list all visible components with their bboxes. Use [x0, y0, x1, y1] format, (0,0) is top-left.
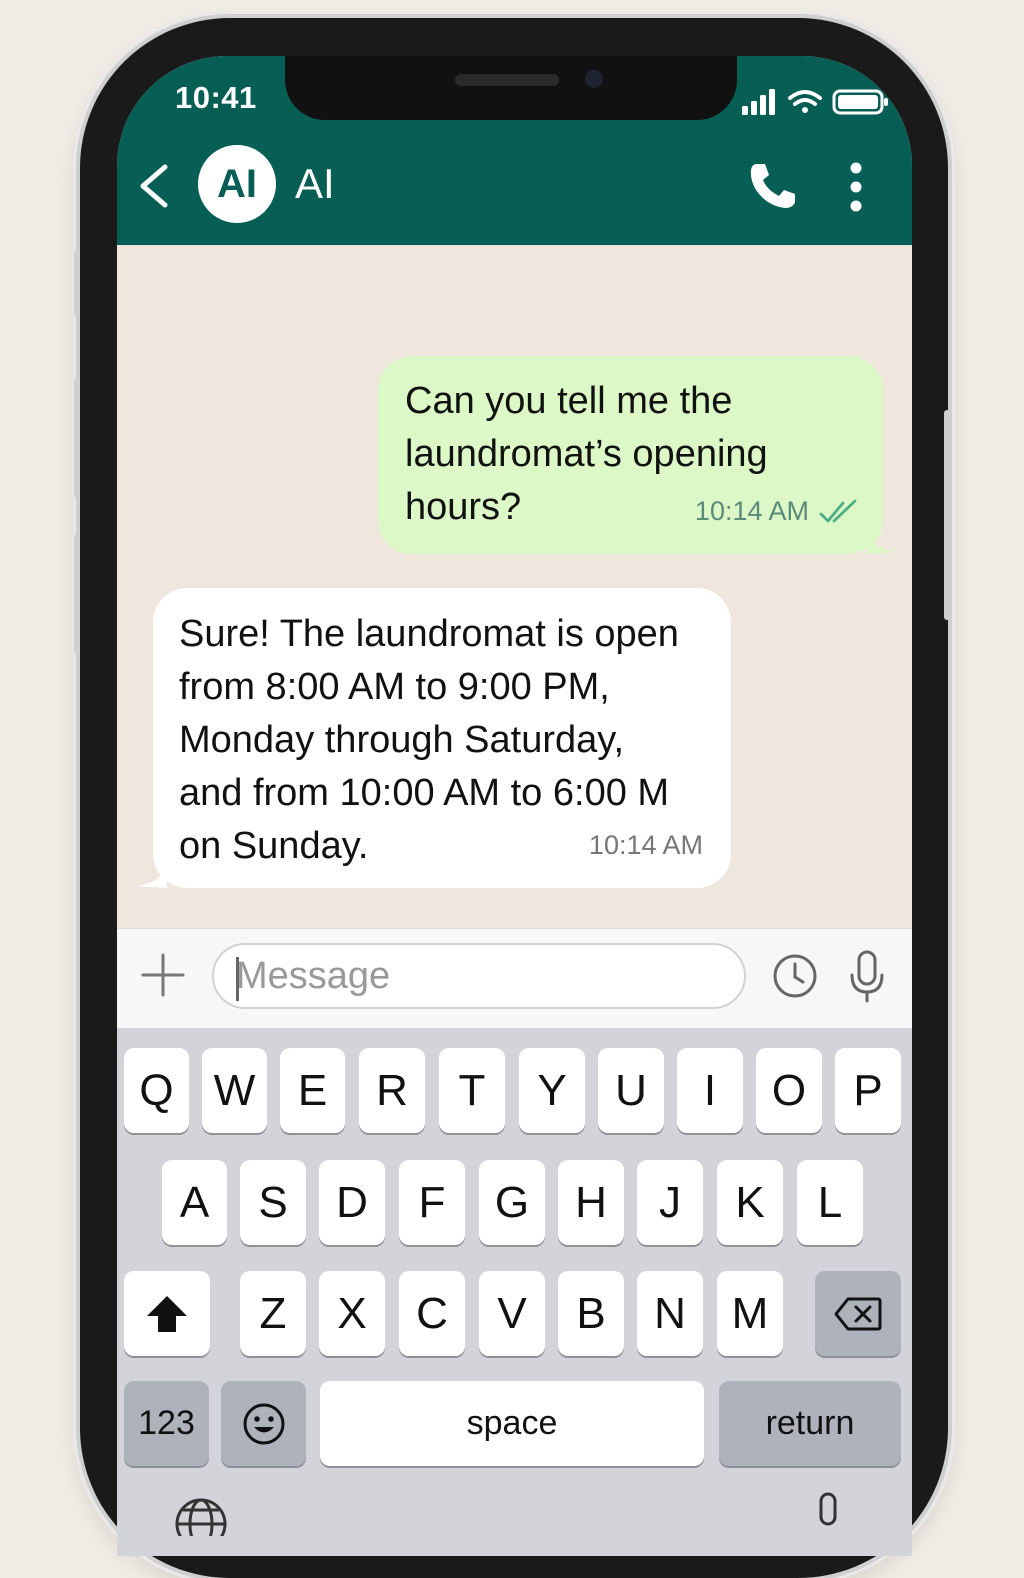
key-a[interactable]: A [162, 1160, 227, 1245]
key-v[interactable]: V [479, 1271, 545, 1356]
dictation-mic-icon[interactable] [813, 1492, 843, 1532]
key-d[interactable]: D [319, 1160, 385, 1245]
clock-icon[interactable] [772, 953, 818, 999]
message-composer: Message [117, 928, 912, 1029]
message-input[interactable]: Message [212, 943, 746, 1009]
key-l[interactable]: L [797, 1160, 863, 1245]
key-m[interactable]: M [717, 1271, 783, 1356]
text-caret [236, 957, 239, 1001]
more-options-icon[interactable] [843, 160, 869, 214]
key-p[interactable]: P [835, 1048, 901, 1133]
cellular-signal-icon [742, 89, 775, 115]
key-n[interactable]: N [637, 1271, 703, 1356]
contact-name[interactable]: AI [295, 160, 335, 208]
key-j[interactable]: J [637, 1160, 703, 1245]
backspace-key[interactable] [815, 1271, 901, 1356]
message-bubble-incoming[interactable]: Sure! The laundromat is open from 8:00 A… [135, 588, 731, 888]
message-meta: 10:14 AM [695, 485, 859, 538]
bubble-tail [867, 530, 897, 554]
key-b[interactable]: B [558, 1271, 624, 1356]
numbers-key[interactable]: 123 [124, 1381, 209, 1466]
key-w[interactable]: W [202, 1048, 267, 1133]
phone-call-icon[interactable] [747, 160, 799, 212]
key-x[interactable]: X [319, 1271, 385, 1356]
message-time: 10:14 AM [588, 830, 703, 860]
phone-screen: 10:41 AI AI Can you tell me the laundrom… [117, 56, 912, 1556]
key-h[interactable]: H [558, 1160, 624, 1245]
double-check-icon [819, 499, 857, 522]
key-r[interactable]: R [359, 1048, 425, 1133]
key-e[interactable]: E [280, 1048, 345, 1133]
key-o[interactable]: O [756, 1048, 822, 1133]
power-button [944, 410, 950, 620]
globe-icon[interactable] [173, 1496, 229, 1536]
shift-key[interactable] [124, 1271, 210, 1356]
battery-icon [832, 89, 888, 115]
message-placeholder: Message [236, 955, 391, 997]
volume-down-button [74, 534, 80, 654]
key-s[interactable]: S [240, 1160, 306, 1245]
key-g[interactable]: G [479, 1160, 545, 1245]
message-bubble-outgoing[interactable]: Can you tell me the laundromat’s opening… [378, 356, 897, 554]
emoji-icon [243, 1403, 284, 1444]
avatar[interactable]: AI [198, 145, 276, 223]
mute-switch [74, 250, 80, 316]
wifi-icon [788, 90, 822, 113]
status-time: 10:41 [175, 80, 257, 115]
back-chevron-icon[interactable] [135, 161, 175, 211]
bubble-tail [135, 864, 167, 888]
keyboard: Q W E R T Y U I O P A S D F G H J K L Z … [117, 1028, 912, 1556]
chat-header: 10:41 AI AI [117, 56, 912, 245]
volume-up-button [74, 378, 80, 498]
speaker-grille [455, 74, 559, 86]
message-time: 10:14 AM [694, 496, 809, 526]
shift-arrow-icon [147, 1295, 187, 1332]
key-i[interactable]: I [677, 1048, 743, 1133]
return-key[interactable]: return [719, 1381, 901, 1466]
key-c[interactable]: C [399, 1271, 465, 1356]
key-t[interactable]: T [439, 1048, 505, 1133]
emoji-key[interactable] [221, 1381, 306, 1466]
key-q[interactable]: Q [124, 1048, 189, 1133]
backspace-icon [834, 1297, 882, 1330]
notch [285, 56, 737, 120]
microphone-icon[interactable] [847, 949, 887, 1005]
front-camera [585, 70, 603, 88]
key-y[interactable]: Y [519, 1048, 585, 1133]
key-u[interactable]: U [598, 1048, 664, 1133]
status-icons [742, 89, 888, 115]
key-k[interactable]: K [717, 1160, 783, 1245]
key-f[interactable]: F [399, 1160, 465, 1245]
space-key[interactable]: space [320, 1381, 704, 1466]
key-z[interactable]: Z [240, 1271, 306, 1356]
plus-icon[interactable] [139, 951, 187, 999]
